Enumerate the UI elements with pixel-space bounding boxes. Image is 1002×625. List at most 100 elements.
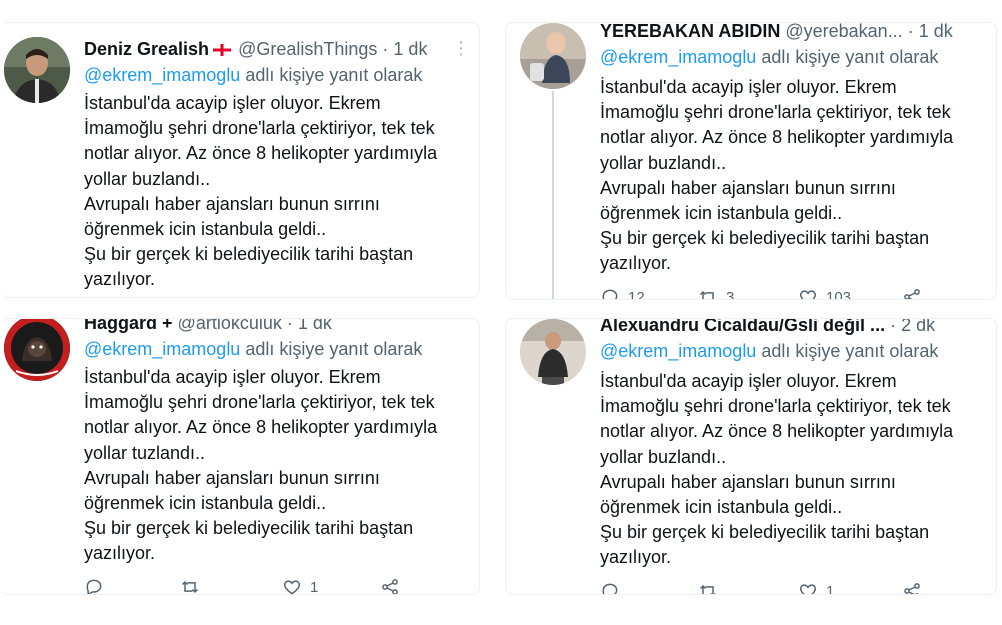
user-handle[interactable]: @artiokculuk	[178, 319, 282, 333]
tweet-line: Şu bir gerçek ki belediyecilik tarihi ba…	[84, 244, 414, 265]
tweet-line: notlar alıyor. Az önce 8 helikopter yard…	[84, 417, 438, 438]
tweet-line: notlar alıyor. Az önce 8 helikopter yard…	[600, 421, 954, 442]
tweet-card-3[interactable]: Haggard + @artiokculuk · 1 dk @ekrem_ima…	[0, 318, 480, 595]
tweet-line: öğrenmek icin istanbula geldi..	[84, 219, 327, 240]
user-handle[interactable]: @GrealishThings	[238, 39, 377, 59]
separator-dot: ·	[286, 318, 293, 333]
tweet-text: İstanbul'da acayip işler oluyor. Ekrem İ…	[84, 365, 474, 567]
reply-count: 12	[628, 288, 645, 300]
share-icon	[382, 579, 398, 594]
share-button[interactable]	[902, 581, 922, 594]
retweet-icon	[699, 290, 715, 299]
tweet-card-4[interactable]: Alexuandru Cicaldau/Gsli değil ... · 2 d…	[505, 318, 997, 595]
timestamp[interactable]: 2 dk	[901, 319, 935, 335]
tweet-header: Haggard + @artiokculuk · 1 dk	[84, 318, 332, 335]
tweet-line: İmamoğlu şehri drone'larla çektiriyor, t…	[84, 392, 435, 413]
tweet-line: İmamoğlu şehri drone'larla çektiriyor, t…	[600, 102, 951, 123]
tweet-text: İstanbul'da acayip işler oluyor. Ekrem İ…	[600, 369, 990, 571]
reply-button[interactable]: 12	[600, 287, 645, 300]
heart-icon	[283, 580, 301, 594]
timestamp[interactable]: 1 dk	[393, 39, 427, 59]
retweet-icon	[181, 580, 199, 594]
display-name[interactable]: YEREBAKAN ABIDIN	[600, 23, 780, 41]
mention-link[interactable]: @ekrem_imamoglu	[600, 341, 756, 361]
tweet-line: yollar buzlandı..	[84, 168, 211, 189]
tweet-text: İstanbul'da acayip işler oluyor. Ekrem İ…	[600, 75, 990, 277]
tweet-card-2[interactable]: YEREBAKAN ABIDIN @yerebakan... · 1 dk @e…	[505, 22, 997, 300]
reply-context-text: adlı kişiye yanıt olarak	[761, 341, 939, 361]
mention-link[interactable]: @ekrem_imamoglu	[84, 339, 240, 359]
like-count: 1	[310, 578, 319, 595]
tweet-line: İstanbul'da acayip işler oluyor. Ekrem	[84, 367, 381, 387]
reply-icon	[86, 579, 102, 594]
more-options-icon[interactable]: ⋮	[452, 39, 471, 57]
tweet-header: YEREBAKAN ABIDIN @yerebakan... · 1 dk	[600, 22, 953, 43]
reply-context-text: adlı kişiye yanıt olarak	[761, 47, 939, 67]
tweet-line: yollar buzlandı..	[600, 152, 727, 173]
tweet-line: Şu bir gerçek ki belediyecilik tarihi ba…	[84, 518, 414, 539]
heart-icon	[799, 290, 817, 299]
avatar[interactable]	[520, 23, 586, 89]
tweet-line: yollar tuzlandı..	[84, 442, 206, 463]
reply-button[interactable]	[84, 577, 104, 594]
tweet-line: öğrenmek icin istanbula geldi..	[600, 497, 843, 518]
tweet-line: İstanbul'da acayip işler oluyor. Ekrem	[600, 77, 897, 97]
tweet-line: yollar buzlandı..	[600, 446, 727, 467]
tweet-header: Alexuandru Cicaldau/Gsli değil ... · 2 d…	[600, 318, 935, 337]
england-flag-icon	[213, 44, 232, 56]
separator-dot: ·	[907, 22, 914, 41]
tweet-line: Avrupalı haber ajansları bunun sırrını	[84, 467, 380, 488]
tweet-line: yazılıyor.	[600, 547, 672, 568]
tweet-line: Avrupalı haber ajansları bunun sırrını	[84, 193, 380, 214]
retweet-count: 3	[726, 288, 735, 300]
avatar[interactable]	[520, 319, 586, 385]
timestamp[interactable]: 1 dk	[298, 319, 332, 333]
reply-button[interactable]	[600, 581, 620, 594]
tweet-line: notlar alıyor. Az önce 8 helikopter yard…	[600, 127, 954, 148]
display-name[interactable]: Deniz Grealish	[84, 39, 209, 59]
retweet-button[interactable]	[698, 581, 718, 594]
mention-link[interactable]: @ekrem_imamoglu	[84, 65, 240, 85]
tweet-line: İmamoğlu şehri drone'larla çektiriyor, t…	[600, 396, 951, 417]
like-button[interactable]: 1	[798, 581, 835, 595]
share-icon	[904, 289, 920, 299]
heart-icon	[799, 584, 817, 594]
retweet-button[interactable]	[180, 577, 200, 594]
separator-dot: ·	[890, 318, 897, 335]
tweet-card-1[interactable]: Deniz Grealish @GrealishThings · 1 dk ⋮ …	[0, 22, 480, 298]
thread-line	[552, 91, 554, 299]
tweet-line: Şu bir gerçek ki belediyecilik tarihi ba…	[600, 228, 930, 249]
avatar[interactable]	[4, 37, 70, 103]
tweet-line: notlar alıyor. Az önce 8 helikopter yard…	[84, 143, 438, 164]
tweet-line: İstanbul'da acayip işler oluyor. Ekrem	[600, 371, 897, 391]
share-button[interactable]	[380, 577, 400, 594]
like-count: 1	[826, 582, 835, 595]
mention-link[interactable]: @ekrem_imamoglu	[600, 47, 756, 67]
reply-context: @ekrem_imamoglu adlı kişiye yanıt olarak	[84, 65, 422, 86]
reply-icon	[602, 289, 618, 299]
avatar[interactable]	[4, 319, 70, 381]
retweet-button[interactable]: 3	[698, 287, 735, 300]
user-handle[interactable]: @yerebakan...	[785, 23, 902, 41]
tweet-line: Avrupalı haber ajansları bunun sırrını	[600, 471, 896, 492]
retweet-icon	[699, 584, 716, 594]
reply-context-text: adlı kişiye yanıt olarak	[245, 65, 423, 85]
tweet-line: Şu bir gerçek ki belediyecilik tarihi ba…	[600, 522, 930, 543]
reply-context-text: adlı kişiye yanıt olarak	[245, 339, 423, 359]
like-button[interactable]: 103	[798, 287, 852, 300]
share-button[interactable]	[902, 287, 922, 299]
reply-icon	[602, 583, 618, 594]
display-name[interactable]: Haggard +	[84, 319, 173, 333]
separator-dot: ·	[382, 39, 389, 59]
timestamp[interactable]: 1 dk	[919, 23, 953, 41]
like-count: 103	[826, 288, 852, 300]
tweet-line: öğrenmek icin istanbula geldi..	[600, 203, 843, 224]
reply-context: @ekrem_imamoglu adlı kişiye yanıt olarak	[600, 341, 938, 362]
display-name[interactable]: Alexuandru Cicaldau/Gsli değil ...	[600, 319, 885, 335]
share-icon	[904, 583, 920, 594]
tweet-text: İstanbul'da acayip işler oluyor. Ekrem İ…	[84, 91, 474, 293]
like-button[interactable]: 1	[282, 577, 319, 595]
tweet-line: öğrenmek icin istanbula geldi..	[84, 493, 327, 514]
tweet-line: yazılıyor.	[600, 253, 672, 274]
tweet-line: yazılıyor.	[84, 269, 156, 290]
